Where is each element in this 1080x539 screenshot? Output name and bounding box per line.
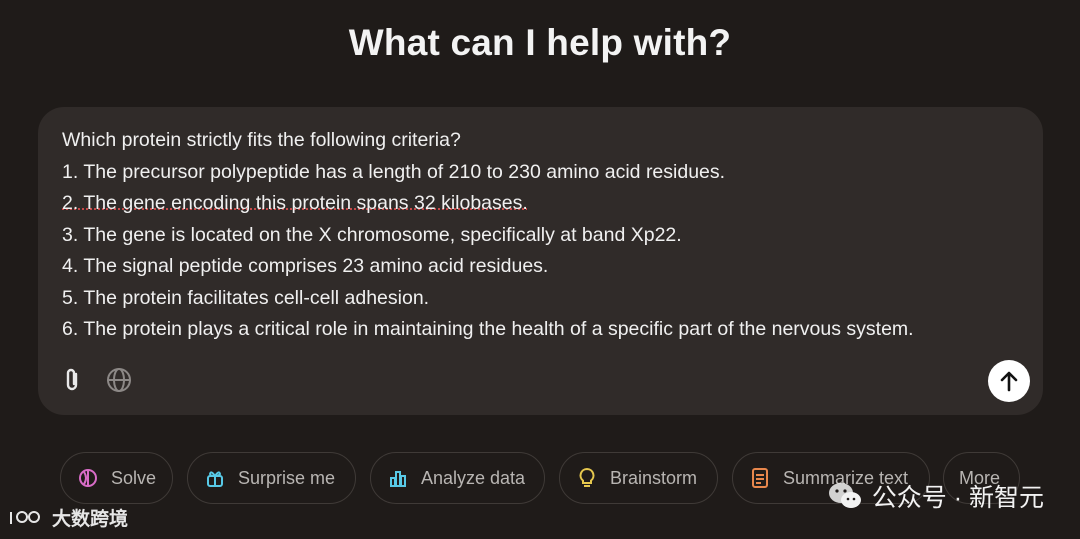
chip-label: Surprise me <box>238 467 336 488</box>
prompt-line: 4. The signal peptide comprises 23 amino… <box>62 255 549 277</box>
chip-solve[interactable]: Solve <box>60 452 173 504</box>
prompt-text[interactable]: Which protein strictly fits the followin… <box>62 125 1022 346</box>
chip-label: Analyze data <box>421 467 526 488</box>
wechat-icon <box>828 483 861 508</box>
page-title: What can I help with? <box>348 22 732 63</box>
prompt-line: 3. The gene is located on the X chromoso… <box>62 223 682 246</box>
paperclip-icon[interactable] <box>58 366 86 394</box>
watermark-right-text: 公众号 · 新智元 <box>871 484 1044 512</box>
chip-brainstorm[interactable]: Brainstorm <box>559 452 718 504</box>
lightbulb-icon <box>576 467 598 489</box>
bar-chart-icon <box>387 467 409 489</box>
prompt-line: 1. The precursor polypeptide has a lengt… <box>62 160 726 183</box>
chip-label: Brainstorm <box>610 467 698 488</box>
gift-icon <box>204 467 226 489</box>
prompt-line: 6. The protein plays a critical role in … <box>62 318 914 340</box>
chip-label: Solve <box>111 467 157 488</box>
watermark-left-text: 大数跨境 <box>52 509 129 530</box>
globe-icon[interactable] <box>105 366 133 394</box>
prompt-line: 2. The gene encoding this protein spans … <box>62 192 528 214</box>
chip-analyze-data[interactable]: Analyze data <box>370 452 545 504</box>
chip-surprise-me[interactable]: Surprise me <box>187 452 356 504</box>
watermark-left: 大数跨境 <box>8 504 128 531</box>
brand-logo-icon <box>10 510 40 524</box>
arrow-up-icon <box>1000 371 1018 392</box>
prompt-line: 5. The protein facilitates cell-cell adh… <box>62 286 430 309</box>
prompt-composer[interactable]: Which protein strictly fits the followin… <box>38 107 1043 415</box>
send-button[interactable] <box>988 360 1030 402</box>
solve-icon <box>77 467 99 489</box>
prompt-line: Which protein strictly fits the followin… <box>62 129 461 151</box>
watermark-right: 公众号 · 新智元 <box>828 478 1044 514</box>
document-icon <box>749 467 771 489</box>
